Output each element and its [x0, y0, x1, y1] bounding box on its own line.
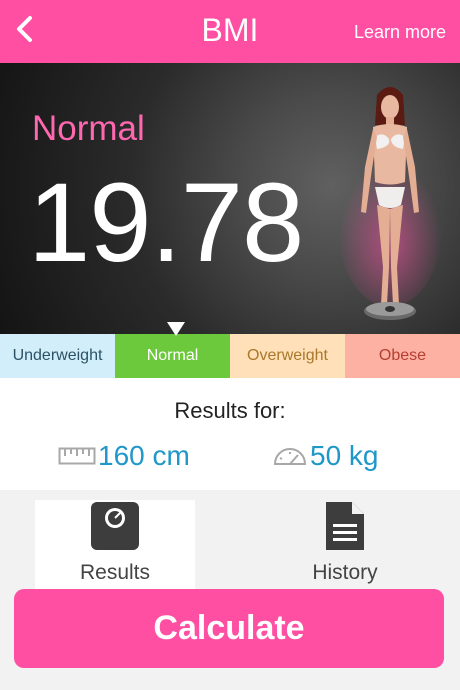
category-underweight: Underweight — [0, 334, 115, 378]
header-bar: BMI Learn more — [0, 0, 460, 63]
results-heading: Results for: — [174, 398, 286, 423]
results-panel: Results for: 160 cm 50 kg — [0, 378, 460, 490]
bmi-app: BMI Learn more Normal 19.78 Underweight … — [0, 0, 460, 690]
category-obese: Obese — [345, 334, 460, 378]
results-nav-label: Results — [79, 561, 151, 584]
history-nav-label: History — [312, 561, 378, 584]
learn-more-link[interactable]: Learn more — [354, 22, 446, 43]
height-display: 160 cm — [58, 440, 190, 472]
height-value: 160 cm — [98, 440, 190, 471]
speedometer-icon — [273, 448, 307, 465]
weight-display: 50 kg — [272, 440, 379, 472]
category-indicator-arrow — [167, 322, 185, 336]
scale-icon — [91, 502, 139, 550]
history-nav-button[interactable]: History — [265, 500, 425, 585]
category-overweight: Overweight — [230, 334, 345, 378]
bmi-status: Normal — [32, 109, 145, 148]
document-icon — [326, 502, 364, 550]
bmi-category-bar: Underweight Normal Overweight Obese — [0, 334, 460, 378]
bmi-hero: Normal 19.78 — [0, 63, 460, 334]
bottom-panel: Results History Calculate — [0, 490, 460, 690]
body-figure-image — [338, 87, 442, 320]
ruler-icon — [58, 447, 96, 465]
weight-value: 50 kg — [310, 440, 379, 471]
bmi-value: 19.78 — [28, 160, 304, 285]
calculate-button[interactable]: Calculate — [14, 589, 444, 668]
category-normal: Normal — [115, 334, 230, 378]
